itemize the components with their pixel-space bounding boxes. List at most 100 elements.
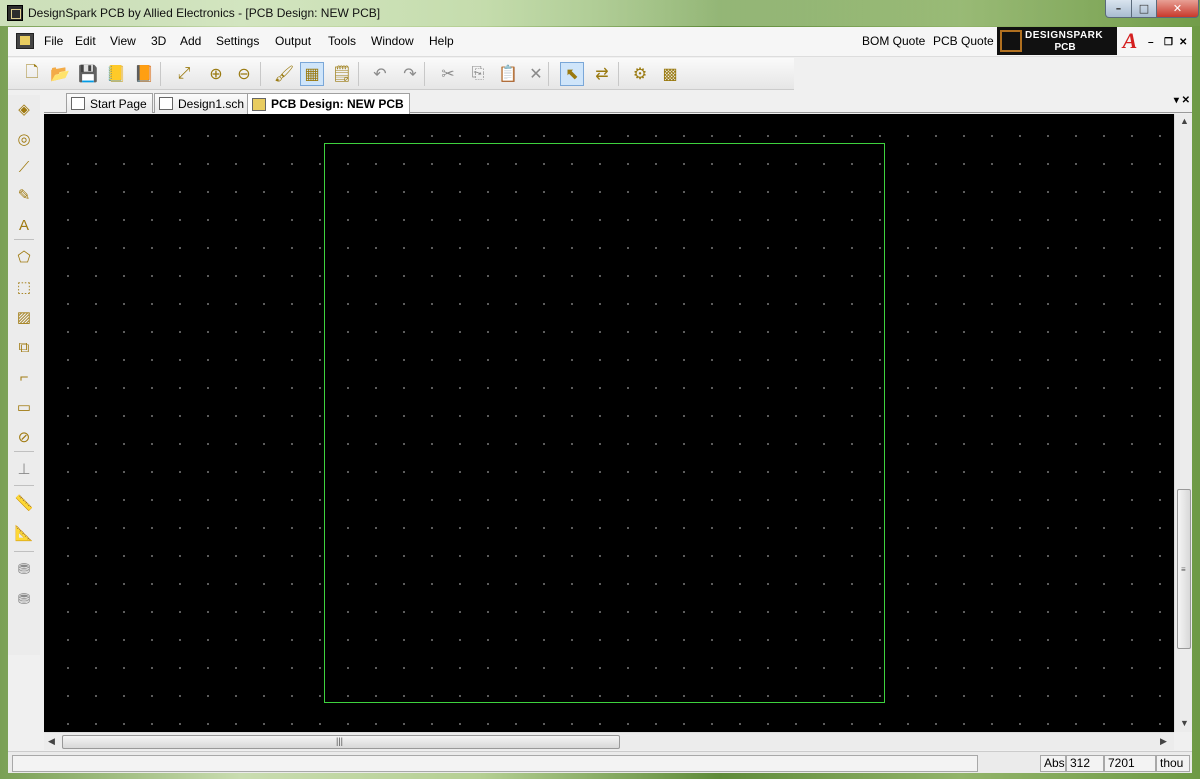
menu-window[interactable]: Window	[371, 34, 414, 48]
grid-icon[interactable]: ▦	[300, 62, 324, 86]
menu-file[interactable]: File	[44, 34, 63, 48]
menu-add[interactable]: Add	[180, 34, 201, 48]
pcb-canvas[interactable]	[44, 114, 1174, 732]
toolbar-separator	[358, 62, 359, 86]
circle-icon[interactable]: ⊘	[12, 425, 36, 449]
save-icon[interactable]: 💾	[76, 62, 100, 86]
tab-controls[interactable]: ▾ ✕	[1174, 95, 1190, 106]
undo-icon[interactable]: ↶	[368, 62, 392, 86]
tools-sidebar: ◈ ◎ ⟋ ✎ A ⬠ ⬚ ▨ ⧉ ⌐ ▭ ⊘ ⊥ 📏 📐 ⛃ ⛃	[8, 95, 40, 655]
close-button[interactable]: ✕	[1156, 0, 1199, 18]
library-icon[interactable]: 📒	[104, 62, 128, 86]
interaction-icon[interactable]: ⇄	[590, 62, 614, 86]
tab-pcb-design[interactable]: PCB Design: NEW PCB	[247, 93, 410, 114]
toolbar-separator	[160, 62, 161, 86]
track-icon[interactable]: ⟋	[12, 155, 36, 179]
book-icon[interactable]: 📙	[132, 62, 156, 86]
line-icon[interactable]: ⌐	[12, 365, 36, 389]
coord-y: 7201	[1104, 755, 1156, 772]
gears-icon[interactable]: ⚙	[628, 62, 652, 86]
bom-quote-link[interactable]: BOM Quote	[862, 34, 925, 48]
horizontal-scrollbar[interactable]: ◀ ||| ▶	[44, 732, 1174, 750]
properties-icon[interactable]: 🗒	[330, 62, 354, 86]
pen-icon[interactable]: ✎	[12, 183, 36, 207]
component-icon[interactable]: ◈	[12, 97, 36, 121]
new-icon[interactable]: 🗋	[20, 62, 44, 86]
menu-help[interactable]: Help	[429, 34, 454, 48]
paint-icon[interactable]: 🖌	[272, 62, 296, 86]
toolbar-separator	[424, 62, 425, 86]
dimension-icon[interactable]: ⊥	[12, 457, 36, 481]
status-message	[12, 755, 978, 772]
area-icon[interactable]: ⬚	[12, 275, 36, 299]
open-icon[interactable]: 📂	[48, 62, 72, 86]
toolbar-separator	[618, 62, 619, 86]
window-title: DesignSpark PCB by Allied Electronics - …	[28, 6, 381, 20]
ruler-icon[interactable]: 📏	[12, 491, 36, 515]
zoom-out-icon[interactable]: ⊖	[232, 62, 256, 86]
sidebar-separator	[14, 451, 34, 452]
scroll-right-icon[interactable]: ▶	[1160, 736, 1167, 747]
vertical-scroll-thumb[interactable]: ≡	[1177, 489, 1191, 649]
mdi-minimize-button[interactable]: –	[1148, 37, 1154, 48]
drc-icon[interactable]: ▩	[658, 62, 682, 86]
delete-icon[interactable]: ✕	[524, 62, 548, 86]
sidebar-separator	[14, 239, 34, 240]
paste-icon[interactable]: 📋	[496, 62, 520, 86]
redo-icon[interactable]: ↷	[398, 62, 422, 86]
polygon-icon[interactable]: ⧉	[12, 335, 36, 359]
tab-start-page[interactable]: Start Page	[66, 93, 153, 113]
logo-line-1: DESIGNSPARK	[1025, 30, 1104, 41]
pcb-quote-link[interactable]: PCB Quote	[933, 34, 994, 48]
zoom-in-icon[interactable]: ⊕	[204, 62, 228, 86]
via-icon[interactable]: ◎	[12, 127, 36, 151]
mdi-close-button[interactable]: ✕	[1179, 37, 1187, 48]
coord-mode: Abs	[1040, 755, 1066, 772]
menu-settings[interactable]: Settings	[216, 34, 259, 48]
menu-3d[interactable]: 3D	[151, 34, 166, 48]
tab-label: Design1.sch	[178, 96, 245, 111]
copy-icon[interactable]: ⎘	[466, 62, 490, 86]
stamp-b-icon[interactable]: ⛃	[12, 587, 36, 611]
status-bar: Abs 312 7201 thou	[8, 751, 1192, 773]
scroll-left-icon[interactable]: ◀	[48, 736, 55, 747]
app-icon[interactable]	[7, 5, 23, 21]
menu-view[interactable]: View	[110, 34, 136, 48]
pcb-icon	[252, 97, 266, 111]
units: thou	[1156, 755, 1190, 772]
zoom-fit-icon[interactable]: ⤢	[172, 62, 196, 86]
mdi-restore-button[interactable]: ❐	[1164, 37, 1173, 48]
shape-icon[interactable]: ⬠	[12, 245, 36, 269]
menu-tools[interactable]: Tools	[328, 34, 356, 48]
sidebar-separator	[14, 485, 34, 486]
sidebar-separator	[14, 551, 34, 552]
copper-pour-icon[interactable]: ▨	[12, 305, 36, 329]
minimize-button[interactable]: –	[1105, 0, 1132, 18]
menu-edit[interactable]: Edit	[75, 34, 96, 48]
coord-x: 312	[1066, 755, 1104, 772]
horizontal-scroll-thumb[interactable]: |||	[62, 735, 620, 749]
menu-bar: File Edit View 3D Add Settings Output To…	[8, 27, 1192, 57]
vertical-scrollbar[interactable]: ▲ ≡ ▼	[1174, 114, 1192, 732]
text-icon[interactable]: A	[12, 213, 36, 237]
scroll-down-icon[interactable]: ▼	[1180, 718, 1189, 728]
board-outline[interactable]	[324, 143, 885, 703]
main-toolbar: 🗋 📂 💾 📒 📙 ⤢ ⊕ ⊖ 🖌 ▦ 🗒 ↶ ↷ ✂ ⎘ 📋 ✕ ⬉ ⇄ ⚙ ▩	[8, 58, 794, 90]
logo-line-2: PCB	[1054, 42, 1076, 53]
cut-icon[interactable]: ✂	[436, 62, 460, 86]
tab-design1-sch[interactable]: Design1.sch	[154, 93, 251, 113]
maximize-button[interactable]: □	[1131, 0, 1157, 18]
rectangle-icon[interactable]: ▭	[12, 395, 36, 419]
toolbar-separator	[260, 62, 261, 86]
designspark-logo: DESIGNSPARK PCB	[997, 27, 1117, 55]
document-menu-icon[interactable]	[16, 33, 34, 49]
select-icon[interactable]: ⬉	[560, 62, 584, 86]
menu-output[interactable]: Output	[275, 34, 311, 48]
scroll-up-icon[interactable]: ▲	[1180, 116, 1189, 126]
schematic-icon	[159, 97, 173, 110]
title-bar[interactable]: DesignSpark PCB by Allied Electronics - …	[0, 0, 1200, 26]
start-page-icon	[71, 97, 85, 110]
measure-icon[interactable]: 📐	[12, 521, 36, 545]
stamp-a-icon[interactable]: ⛃	[12, 557, 36, 581]
grip-icon: |||	[336, 736, 344, 746]
